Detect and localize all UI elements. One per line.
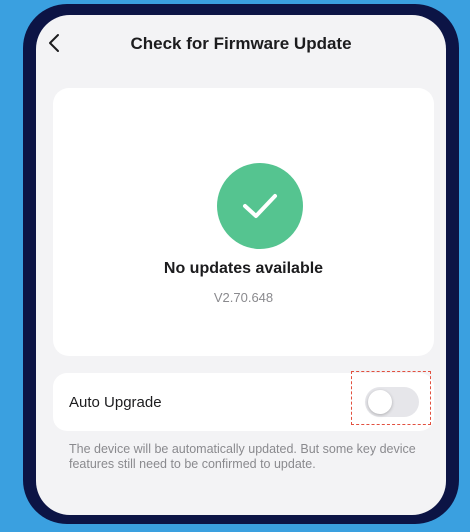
- status-title: No updates available: [163, 260, 324, 277]
- status-card: No updates available V2.70.648: [53, 88, 434, 356]
- auto-upgrade-label: Auto Upgrade: [69, 394, 162, 411]
- toggle-knob: [368, 390, 392, 414]
- header: Check for Firmware Update: [36, 15, 446, 73]
- version-number: V2.70.648: [213, 290, 274, 305]
- screen: Check for Firmware Update No updates ava…: [36, 15, 446, 515]
- auto-upgrade-toggle[interactable]: [365, 387, 419, 417]
- auto-upgrade-description: The device will be automatically updated…: [69, 442, 416, 471]
- page-title: Check for Firmware Update: [130, 34, 352, 53]
- auto-upgrade-row: Auto Upgrade: [53, 371, 434, 431]
- checkmark-icon: [217, 163, 303, 249]
